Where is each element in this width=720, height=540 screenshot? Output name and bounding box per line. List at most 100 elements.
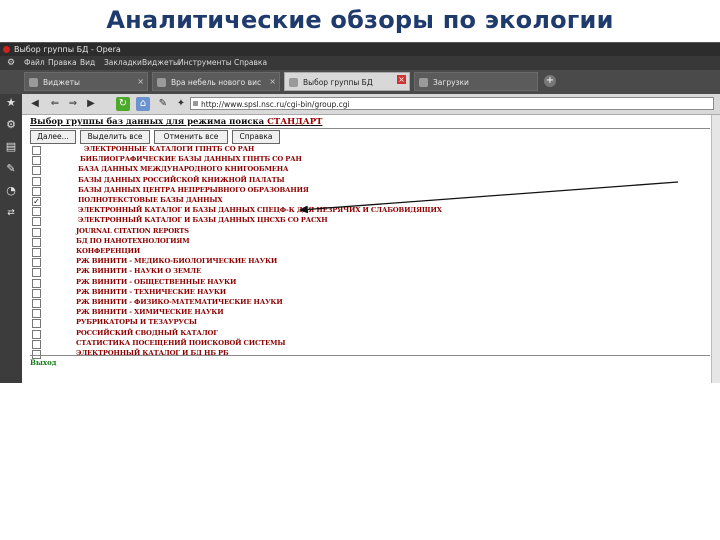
tab-label: Выбор группы БД bbox=[303, 78, 373, 87]
database-checkbox[interactable] bbox=[32, 227, 41, 237]
forward-arrow-icon[interactable]: ⇒ bbox=[66, 97, 80, 111]
opera-logo-icon bbox=[3, 46, 10, 53]
page-icon bbox=[157, 78, 166, 87]
database-label: БАЗА ДАННЫХ МЕЖДУНАРОДНОГО КНИГООБМЕНА bbox=[78, 165, 289, 174]
back-icon[interactable]: ◀ bbox=[28, 97, 42, 111]
database-label: РЖ ВИНИТИ - ХИМИЧЕСКИЕ НАУКИ bbox=[76, 308, 224, 317]
url-field[interactable]: http://www.spsl.nsc.ru/cgi-bin/group.cgi bbox=[190, 97, 714, 110]
database-label: РЖ ВИНИТИ - ОБЩЕСТВЕННЫЕ НАУКИ bbox=[76, 277, 237, 286]
divider bbox=[30, 128, 710, 129]
slide-title: Аналитические обзоры по экологии bbox=[106, 6, 614, 34]
database-checkbox[interactable] bbox=[32, 207, 41, 217]
database-label: РОССИЙСКИЙ СВОДНЫЙ КАТАЛОГ bbox=[76, 328, 218, 337]
menu-bookmarks[interactable]: Закладки bbox=[104, 56, 142, 70]
page-heading-text: Выбор группы баз данных для режима поиск… bbox=[30, 117, 265, 127]
side-panel: ★ ⚙ ▤ ✎ ◔ ⇄ bbox=[0, 94, 22, 383]
tab-label: Вра небель нового вис bbox=[171, 78, 262, 87]
home-icon[interactable]: ⌂ bbox=[136, 97, 150, 111]
exit-link[interactable]: Выход bbox=[30, 358, 56, 367]
download-icon bbox=[419, 78, 428, 87]
database-checkbox[interactable] bbox=[32, 288, 41, 298]
fast-forward-icon[interactable]: ▶ bbox=[84, 97, 98, 111]
database-checkbox[interactable] bbox=[32, 237, 41, 247]
database-label: РЖ ВИНИТИ - МЕДИКО-БИОЛОГИЧЕСКИЕ НАУКИ bbox=[76, 257, 278, 266]
database-checkbox[interactable] bbox=[32, 258, 41, 268]
database-label: РЖ ВИНИТИ - НАУКИ О ЗЕМЛЕ bbox=[76, 267, 201, 276]
database-label: КОНФЕРЕНЦИИ bbox=[76, 247, 141, 255]
reload-icon[interactable]: ↻ bbox=[116, 97, 130, 111]
database-checkbox[interactable] bbox=[32, 339, 41, 349]
database-label: РЖ ВИНИТИ - ФИЗИКО-МАТЕМАТИЧЕСКИЕ НАУКИ bbox=[76, 298, 283, 306]
browser-window: Выбор группы БД - Opera ⚙ Файл Правка Ви… bbox=[0, 42, 720, 383]
help-button[interactable]: Справка bbox=[232, 130, 280, 144]
gear-icon[interactable]: ⚙ bbox=[4, 56, 18, 70]
database-checkbox[interactable] bbox=[32, 166, 41, 176]
address-bar: ◀ ⇐ ⇒ ▶ ↻ ⌂ ✎ ✦ http://www.spsl.nsc.ru/c… bbox=[22, 94, 720, 115]
database-label: БАЗЫ ДАННЫХ ЦЕНТРА НЕПРЕРЫВНОГО ОБРАЗОВА… bbox=[78, 185, 309, 194]
page-heading: Выбор группы баз данных для режима поиск… bbox=[30, 117, 322, 127]
transfer-icon[interactable]: ⇄ bbox=[4, 206, 18, 220]
database-checkbox[interactable] bbox=[32, 217, 41, 227]
star-icon[interactable]: ★ bbox=[4, 96, 18, 110]
database-checkbox[interactable] bbox=[32, 309, 41, 319]
database-checkbox[interactable] bbox=[32, 186, 41, 196]
new-tab-icon[interactable]: + bbox=[544, 75, 556, 87]
select-all-button[interactable]: Выделить все bbox=[80, 130, 150, 144]
database-label: РУБРИКАТОРЫ И ТЕЗАУРУСЫ bbox=[76, 318, 197, 327]
database-checkbox[interactable] bbox=[32, 319, 41, 329]
window-titlebar: Выбор группы БД - Opera bbox=[0, 43, 720, 56]
database-checkbox[interactable]: ✓ bbox=[32, 197, 41, 206]
back-arrow-icon[interactable]: ⇐ bbox=[48, 97, 62, 111]
database-label: БД ПО НАНОТЕХНОЛОГИЯМ bbox=[76, 236, 190, 245]
tab-page-1[interactable]: Вра небель нового вис × bbox=[152, 72, 280, 91]
tab-group-select[interactable]: Выбор группы БД × bbox=[284, 72, 410, 91]
gear-icon[interactable]: ⚙ bbox=[4, 118, 18, 132]
database-checkbox[interactable] bbox=[32, 329, 41, 339]
widget-icon bbox=[29, 78, 38, 87]
database-label: JOURNAL CITATION REPORTS bbox=[76, 226, 189, 235]
database-checkbox[interactable] bbox=[32, 146, 41, 155]
database-label: РЖ ВИНИТИ - ТЕХНИЧЕСКИЕ НАУКИ bbox=[76, 287, 227, 296]
tab-downloads[interactable]: Загрузки bbox=[414, 72, 538, 91]
wand-icon[interactable]: ✎ bbox=[4, 162, 18, 176]
database-label: ЭЛЕКТРОННЫЙ КАТАЛОГ И БАЗЫ ДАННЫХ ЦНСХБ … bbox=[78, 216, 328, 225]
menu-help[interactable]: Справка bbox=[234, 56, 267, 70]
clock-icon[interactable]: ◔ bbox=[4, 184, 18, 198]
menu-widgets[interactable]: Виджеты bbox=[142, 56, 179, 70]
database-label: БАЗЫ ДАННЫХ РОССИЙСКОЙ КНИЖНОЙ ПАЛАТЫ bbox=[78, 175, 285, 184]
notes-icon[interactable]: ▤ bbox=[4, 140, 18, 154]
database-checkbox[interactable] bbox=[32, 268, 41, 278]
database-checkbox[interactable] bbox=[32, 156, 41, 166]
edit-icon[interactable]: ✎ bbox=[156, 97, 170, 111]
database-label: СТАТИСТИКА ПОСЕЩЕНИЙ ПОИСКОВОЙ СИСТЕМЫ bbox=[76, 338, 286, 347]
menu-tools[interactable]: Инструменты bbox=[178, 56, 232, 70]
close-icon[interactable]: × bbox=[397, 75, 406, 84]
window-title: Выбор группы БД - Opera bbox=[14, 45, 121, 54]
menu-view[interactable]: Вид bbox=[80, 56, 95, 70]
menu-edit[interactable]: Правка bbox=[48, 56, 77, 70]
search-mode: СТАНДАРТ bbox=[267, 117, 323, 127]
database-label: ЭЛЕКТРОННЫЙ КАТАЛОГ И БАЗЫ ДАННЫХ СПЕЦФ-… bbox=[78, 206, 442, 215]
menu-file[interactable]: Файл bbox=[24, 56, 45, 70]
database-label: ПОЛНОТЕКСТОВЫЕ БАЗЫ ДАННЫХ bbox=[78, 196, 223, 204]
wrench-icon[interactable]: ✦ bbox=[174, 97, 188, 111]
database-checkbox[interactable] bbox=[32, 278, 41, 288]
database-label: БИБЛИОГРАФИЧЕСКИЕ БАЗЫ ДАННЫХ ГПНТБ СО Р… bbox=[80, 155, 302, 164]
database-checkbox[interactable] bbox=[32, 176, 41, 186]
menu-bar: ⚙ Файл Правка Вид Закладки Виджеты Инстр… bbox=[0, 56, 720, 70]
tab-bar: Виджеты × Вра небель нового вис × Выбор … bbox=[0, 70, 720, 94]
database-label: ЭЛЕКТРОННЫЕ КАТАЛОГИ ГПНТБ СО РАН bbox=[84, 145, 255, 153]
tab-widgets[interactable]: Виджеты × bbox=[24, 72, 148, 91]
next-button[interactable]: Далее... bbox=[30, 130, 76, 144]
tab-label: Виджеты bbox=[43, 78, 80, 87]
page-icon bbox=[289, 78, 298, 87]
database-checkbox[interactable] bbox=[32, 299, 41, 308]
close-icon[interactable]: × bbox=[137, 72, 144, 91]
database-checkbox[interactable] bbox=[32, 248, 41, 257]
divider bbox=[30, 355, 710, 356]
close-icon[interactable]: × bbox=[269, 72, 276, 91]
scrollbar[interactable] bbox=[711, 115, 720, 383]
deselect-all-button[interactable]: Отменить все bbox=[154, 130, 228, 144]
page-content: Выбор группы баз данных для режима поиск… bbox=[22, 115, 720, 383]
tab-label: Загрузки bbox=[433, 78, 469, 87]
